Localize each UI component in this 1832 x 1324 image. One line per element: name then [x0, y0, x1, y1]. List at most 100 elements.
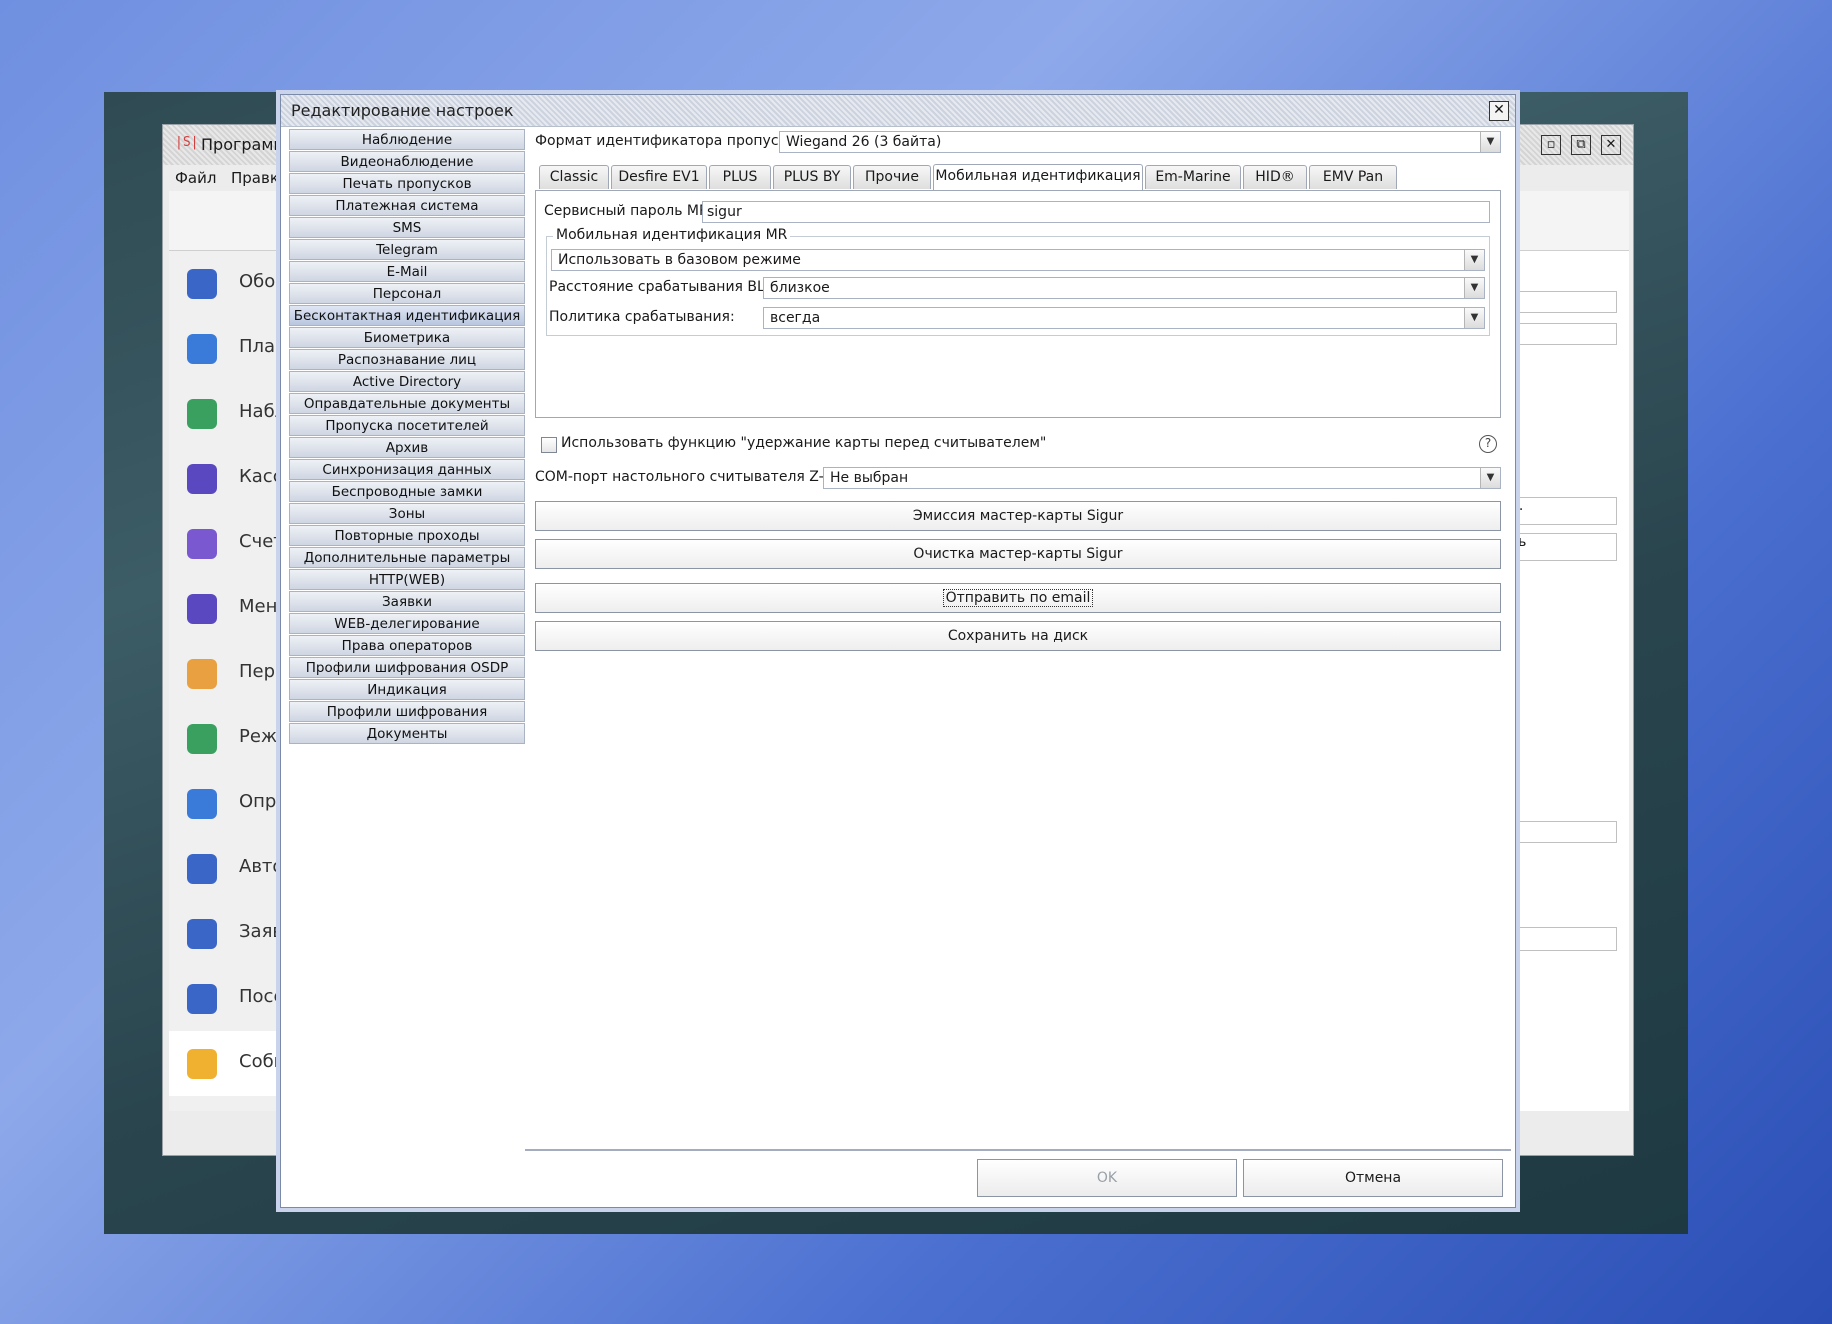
- section-item[interactable]: Дополнительные параметры: [289, 547, 525, 568]
- tab[interactable]: Мобильная идентификация: [933, 164, 1143, 190]
- nav-item-label: Заяв: [239, 921, 284, 942]
- send-email-button[interactable]: Отправить по email: [535, 583, 1501, 613]
- close-icon[interactable]: ✕: [1489, 101, 1509, 121]
- main-combo-2[interactable]: [1505, 821, 1617, 843]
- account-icon: [187, 529, 217, 559]
- section-item[interactable]: Профили шифрования: [289, 701, 525, 722]
- policy-label: Политика срабатывания:: [549, 309, 735, 325]
- ble-label: Расстояние срабатывания BLE:: [549, 279, 779, 295]
- help-icon[interactable]: ?: [1479, 435, 1497, 453]
- clock-icon: [187, 724, 217, 754]
- footer-separator: [525, 1149, 1511, 1151]
- main-input-2[interactable]: [1505, 927, 1617, 951]
- section-item[interactable]: Биометрика: [289, 327, 525, 348]
- section-item[interactable]: Документы: [289, 723, 525, 744]
- car-icon: [187, 854, 217, 884]
- section-item[interactable]: Повторные проходы: [289, 525, 525, 546]
- com-port-select[interactable]: Не выбран ▼: [823, 467, 1501, 489]
- tab[interactable]: Desfire EV1: [611, 165, 707, 189]
- people-icon: [187, 659, 217, 689]
- chevron-down-icon[interactable]: ▼: [1464, 308, 1484, 328]
- section-item[interactable]: Видеонаблюдение: [289, 151, 525, 172]
- restore-icon[interactable]: ⧉: [1571, 135, 1591, 155]
- section-item[interactable]: Оправдательные документы: [289, 393, 525, 414]
- settings-section-list: Наблюдение Видеонаблюдение Печать пропуско…: [289, 129, 525, 745]
- tab[interactable]: EMV Pan: [1309, 165, 1397, 189]
- format-select[interactable]: Wiegand 26 (3 байта) ▼: [779, 131, 1501, 153]
- chevron-down-icon[interactable]: ▼: [1480, 468, 1500, 488]
- hold-card-checkbox[interactable]: [541, 437, 557, 453]
- ble-value: близкое: [770, 280, 830, 296]
- section-item[interactable]: Active Directory: [289, 371, 525, 392]
- section-item[interactable]: Беспроводные замки: [289, 481, 525, 502]
- section-item[interactable]: Заявки: [289, 591, 525, 612]
- tab[interactable]: PLUS BY: [773, 165, 851, 189]
- format-label: Формат идентификатора пропуска:: [535, 133, 801, 149]
- mobile-mr-group: Мобильная идентификация MR Использовать …: [546, 227, 1490, 336]
- mode-select[interactable]: Использовать в базовом режиме ▼: [551, 249, 1485, 271]
- app-logo-icon: |S|: [175, 135, 199, 150]
- policy-select[interactable]: всегда ▼: [763, 307, 1485, 329]
- ok-button[interactable]: OK: [977, 1159, 1237, 1197]
- nav-item-label: Счет: [239, 531, 284, 552]
- menu-icon: [187, 594, 217, 624]
- section-item[interactable]: Платежная система: [289, 195, 525, 216]
- close-icon[interactable]: ✕: [1601, 135, 1621, 155]
- section-item[interactable]: E-Mail: [289, 261, 525, 282]
- hold-card-label: Использовать функцию "удержание карты пе…: [561, 435, 1047, 451]
- section-item[interactable]: Права операторов: [289, 635, 525, 656]
- request-icon: [187, 919, 217, 949]
- section-item[interactable]: HTTP(WEB): [289, 569, 525, 590]
- ble-select[interactable]: близкое ▼: [763, 277, 1485, 299]
- section-item[interactable]: Пропуска посетителей: [289, 415, 525, 436]
- section-item[interactable]: Наблюдение: [289, 129, 525, 150]
- tab[interactable]: Прочие: [853, 165, 931, 189]
- minimize-icon[interactable]: ▫: [1541, 135, 1561, 155]
- service-password-input[interactable]: sigur: [702, 201, 1490, 223]
- chevron-down-icon[interactable]: ▼: [1464, 278, 1484, 298]
- group-title: Мобильная идентификация MR: [553, 227, 791, 243]
- section-item[interactable]: Зоны: [289, 503, 525, 524]
- chevron-down-icon[interactable]: ▼: [1464, 250, 1484, 270]
- service-password-label: Сервисный пароль MR:: [544, 203, 714, 219]
- floorplan-icon: [187, 334, 217, 364]
- mode-value: Использовать в базовом режиме: [558, 252, 801, 268]
- dialog-titlebar: Редактирование настроек ✕: [281, 95, 1515, 127]
- emit-master-card-button[interactable]: Эмиссия мастер-карты Sigur: [535, 501, 1501, 531]
- section-item[interactable]: Индикация: [289, 679, 525, 700]
- section-item[interactable]: Печать пропусков: [289, 173, 525, 194]
- tab[interactable]: Classic: [539, 165, 609, 189]
- dialog-title: Редактирование настроек: [291, 101, 514, 120]
- section-item[interactable]: WEB-делегирование: [289, 613, 525, 634]
- cancel-button[interactable]: Отмена: [1243, 1159, 1503, 1197]
- tab[interactable]: Em-Marine: [1145, 165, 1241, 189]
- settings-dialog: Редактирование настроек ✕ Наблюдение Виде…: [280, 94, 1516, 1208]
- section-item[interactable]: Архив: [289, 437, 525, 458]
- section-item[interactable]: Профили шифрования OSDP: [289, 657, 525, 678]
- document-icon: [187, 789, 217, 819]
- monitor-icon: [187, 399, 217, 429]
- tab-panel-mobile: Сервисный пароль MR: sigur Мобильная иде…: [535, 190, 1501, 418]
- main-input[interactable]: [1505, 291, 1617, 313]
- save-to-disk-button[interactable]: Сохранить на диск: [535, 621, 1501, 651]
- section-item[interactable]: Telegram: [289, 239, 525, 260]
- tab[interactable]: HID®: [1243, 165, 1307, 189]
- tab[interactable]: PLUS: [709, 165, 771, 189]
- main-combo[interactable]: [1505, 323, 1617, 345]
- main-button-partial[interactable]: ть: [1505, 533, 1617, 561]
- section-item[interactable]: Синхронизация данных: [289, 459, 525, 480]
- window-controls: ▫ ⧉ ✕: [1531, 135, 1621, 155]
- visitor-icon: [187, 984, 217, 1014]
- menu-file[interactable]: Файл: [175, 169, 216, 187]
- com-port-value: Не выбран: [830, 470, 909, 486]
- section-item[interactable]: SMS: [289, 217, 525, 238]
- format-value: Wiegand 26 (3 байта): [786, 134, 942, 150]
- chevron-down-icon[interactable]: ▼: [1480, 132, 1500, 152]
- section-item[interactable]: Распознавание лиц: [289, 349, 525, 370]
- nav-item-label: Авто: [239, 856, 284, 877]
- main-button-more[interactable]: ...: [1505, 497, 1617, 525]
- section-item[interactable]: Персонал: [289, 283, 525, 304]
- clear-master-card-button[interactable]: Очистка мастер-карты Sigur: [535, 539, 1501, 569]
- com-port-label: COM-порт настольного считывателя Z-2:: [535, 469, 838, 485]
- section-item[interactable]: Бесконтактная идентификация: [289, 305, 525, 326]
